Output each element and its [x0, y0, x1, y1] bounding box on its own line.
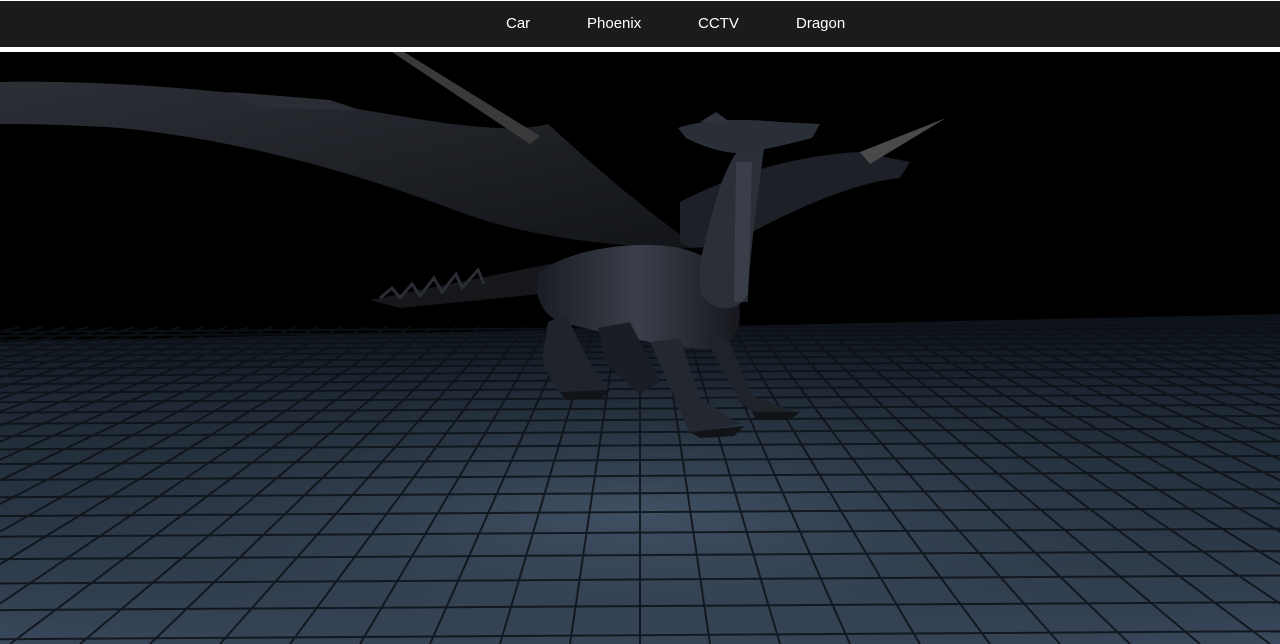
- dragon-scene: [0, 52, 1280, 644]
- nav-link-phoenix[interactable]: Phoenix: [587, 14, 641, 34]
- nav-link-dragon[interactable]: Dragon: [796, 14, 845, 34]
- nav-link-car[interactable]: Car: [506, 14, 530, 34]
- nav-link-cctv[interactable]: CCTV: [698, 14, 739, 34]
- top-navigation-bar: Car Phoenix CCTV Dragon: [0, 0, 1280, 47]
- 3d-render-viewport[interactable]: [0, 52, 1280, 644]
